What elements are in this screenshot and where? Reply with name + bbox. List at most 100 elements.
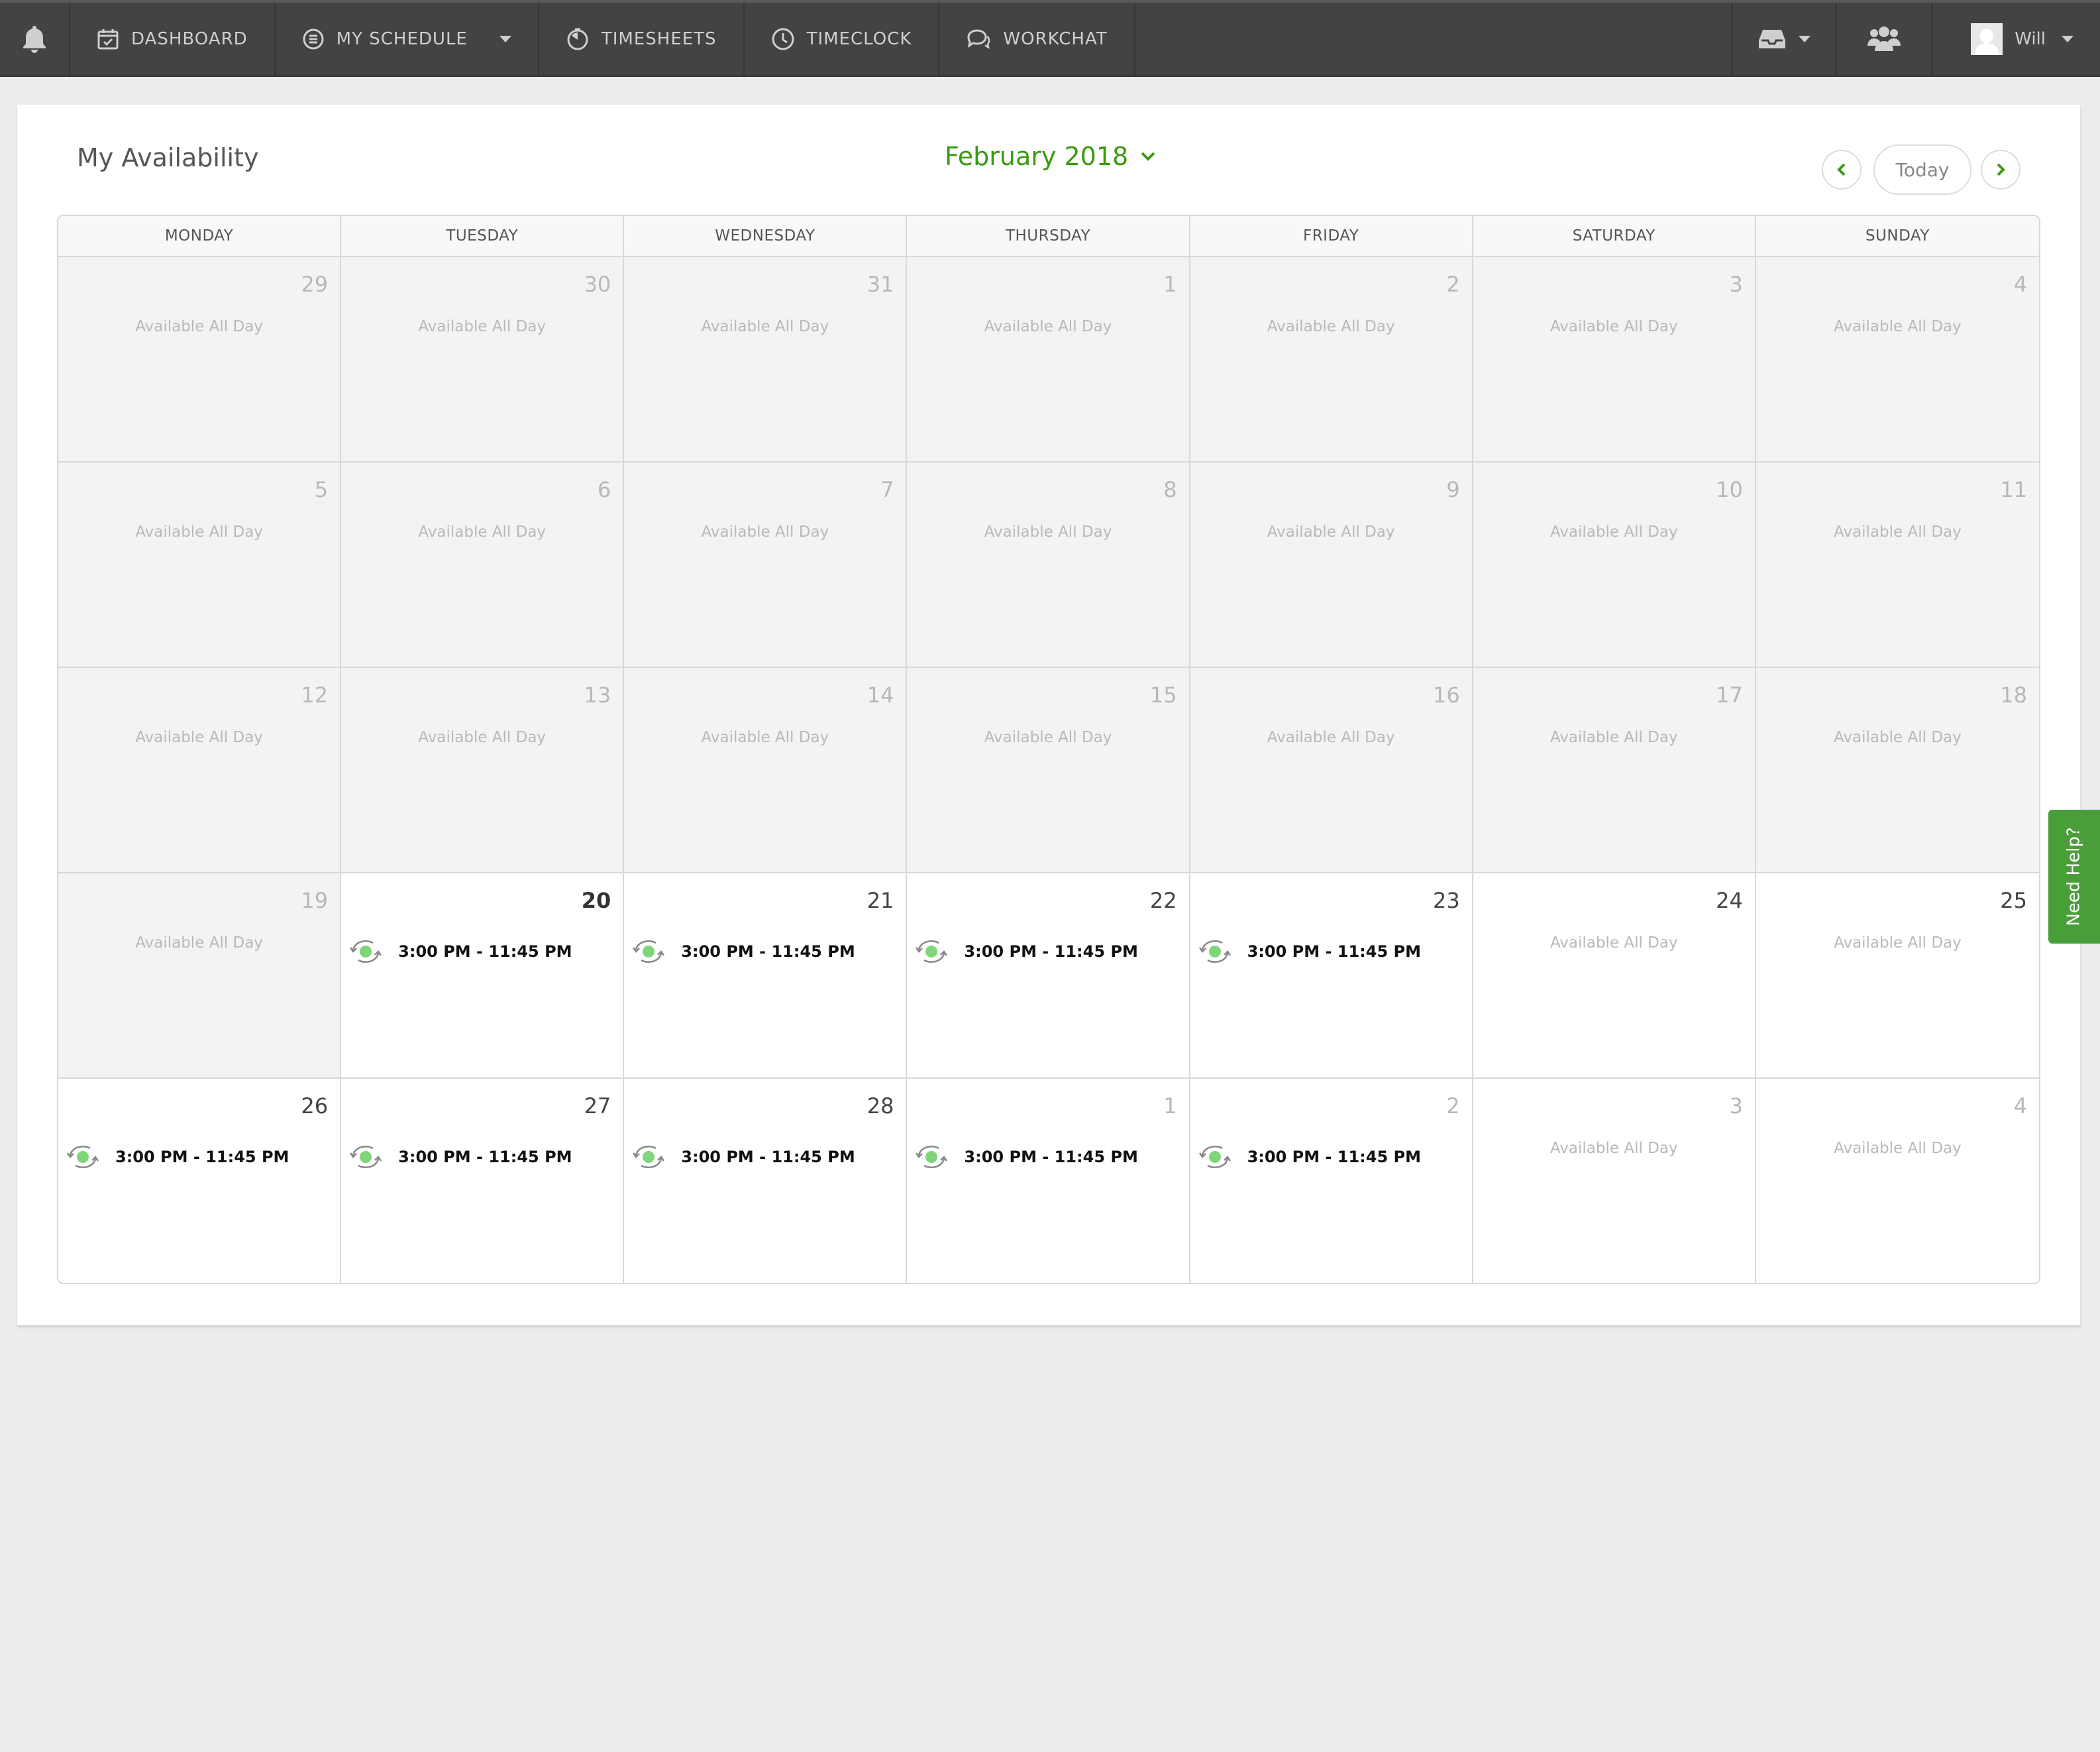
shift-entry[interactable]: 3:00 PM - 11:45 PM	[65, 1144, 289, 1170]
availability-text: Available All Day	[1549, 318, 1678, 335]
prev-month-button[interactable]	[1822, 150, 1862, 190]
chevron-down-icon[interactable]	[499, 36, 511, 42]
calendar-day-cell[interactable]: 7 Available All Day	[624, 463, 908, 668]
weekday-label: FRIDAY	[1190, 216, 1473, 256]
user-menu[interactable]: Will	[1931, 3, 2100, 76]
availability-text: Available All Day	[418, 318, 547, 335]
shift-entry[interactable]: 3:00 PM - 11:45 PM	[914, 938, 1138, 965]
calendar-day-cell[interactable]: 3 Available All Day	[1473, 1079, 1756, 1283]
calendar-day-cell[interactable]: 1 3:00 PM - 11:45 PM	[907, 1079, 1190, 1283]
calendar-day-cell[interactable]: 3 Available All Day	[1473, 257, 1756, 463]
chevron-down-icon	[1141, 152, 1155, 161]
shift-entry[interactable]: 3:00 PM - 11:45 PM	[631, 938, 855, 965]
calendar-day-cell[interactable]: 15 Available All Day	[907, 668, 1190, 873]
calendar-day-cell[interactable]: 10 Available All Day	[1473, 463, 1756, 668]
recurring-availability-icon	[916, 940, 948, 963]
calendar-day-cell[interactable]: 12 Available All Day	[58, 668, 342, 873]
nav-timeclock-label: TIMECLOCK	[806, 29, 912, 49]
need-help-label: Need Help?	[2064, 827, 2085, 926]
day-number: 8	[1163, 477, 1177, 502]
calendar-check-icon	[97, 29, 119, 50]
calendar-day-cell[interactable]: 24 Available All Day	[1473, 873, 1756, 1079]
calendar-day-cell[interactable]: 22 3:00 PM - 11:45 PM	[907, 873, 1190, 1079]
calendar-day-cell[interactable]: 23 3:00 PM - 11:45 PM	[1190, 873, 1473, 1079]
today-button[interactable]: Today	[1873, 144, 1971, 195]
calendar-day-cell[interactable]: 5 Available All Day	[58, 463, 342, 668]
day-number: 3	[1729, 1093, 1743, 1119]
shift-time: 3:00 PM - 11:45 PM	[398, 1148, 572, 1166]
calendar-day-cell[interactable]: 25 Available All Day	[1756, 873, 2039, 1079]
shift-time: 3:00 PM - 11:45 PM	[398, 942, 572, 961]
calendar-day-cell[interactable]: 4 Available All Day	[1756, 257, 2039, 463]
availability-text: Available All Day	[418, 523, 547, 541]
availability-text: Available All Day	[1549, 729, 1678, 746]
day-number: 7	[880, 477, 894, 502]
shift-entry[interactable]: 3:00 PM - 11:45 PM	[1197, 938, 1421, 965]
next-month-button[interactable]	[1981, 150, 2021, 190]
nav-timesheets[interactable]: TIMESHEETS	[539, 3, 745, 76]
day-number: 3	[1729, 272, 1743, 297]
calendar-day-cell[interactable]: 17 Available All Day	[1473, 668, 1756, 873]
availability-text: Available All Day	[135, 729, 263, 746]
day-number: 4	[2013, 272, 2027, 297]
availability-text: Available All Day	[1549, 523, 1678, 541]
calendar-day-cell[interactable]: 8 Available All Day	[907, 463, 1190, 668]
users-group-icon	[1867, 27, 1901, 51]
calendar-day-cell[interactable]: 13 Available All Day	[341, 668, 625, 873]
nav-dashboard-label: DASHBOARD	[131, 29, 248, 49]
nav-right-group: Will	[1731, 3, 2100, 76]
calendar-day-cell[interactable]: 18 Available All Day	[1756, 668, 2039, 873]
shift-time: 3:00 PM - 11:45 PM	[681, 1148, 855, 1166]
calendar-day-cell[interactable]: 21 3:00 PM - 11:45 PM	[624, 873, 908, 1079]
calendar-day-cell[interactable]: 20 3:00 PM - 11:45 PM	[341, 873, 625, 1079]
weekday-label: TUESDAY	[341, 216, 625, 256]
calendar-grid: 29 Available All Day 30 Available All Day 31…	[58, 257, 2039, 1283]
calendar-day-cell[interactable]: 6 Available All Day	[341, 463, 625, 668]
shift-entry[interactable]: 3:00 PM - 11:45 PM	[631, 1144, 855, 1170]
shift-entry[interactable]: 3:00 PM - 11:45 PM	[348, 1144, 572, 1170]
calendar-day-cell[interactable]: 2 Available All Day	[1190, 257, 1473, 463]
calendar-day-cell[interactable]: 30 Available All Day	[341, 257, 625, 463]
nav-my-schedule[interactable]: MY SCHEDULE	[276, 3, 539, 76]
calendar-day-cell[interactable]: 16 Available All Day	[1190, 668, 1473, 873]
notifications-button[interactable]	[0, 3, 70, 76]
calendar-day-cell[interactable]: 2 3:00 PM - 11:45 PM	[1190, 1079, 1473, 1283]
calendar-day-cell[interactable]: 9 Available All Day	[1190, 463, 1473, 668]
recurring-availability-icon	[66, 1145, 99, 1169]
shift-time: 3:00 PM - 11:45 PM	[964, 1148, 1138, 1166]
nav-workchat[interactable]: WORKCHAT	[939, 3, 1135, 76]
calendar-day-cell[interactable]: 19 Available All Day	[58, 873, 342, 1079]
calendar-day-cell[interactable]: 11 Available All Day	[1756, 463, 2039, 668]
shift-entry[interactable]: 3:00 PM - 11:45 PM	[348, 938, 572, 965]
stopwatch-icon	[567, 28, 588, 50]
calendar-day-cell[interactable]: 27 3:00 PM - 11:45 PM	[341, 1079, 625, 1283]
calendar-day-cell[interactable]: 26 3:00 PM - 11:45 PM	[58, 1079, 342, 1283]
availability-text: Available All Day	[1834, 1140, 1962, 1157]
nav-timeclock[interactable]: TIMECLOCK	[745, 3, 940, 76]
calendar-day-cell[interactable]: 14 Available All Day	[624, 668, 908, 873]
calendar-day-cell[interactable]: 29 Available All Day	[58, 257, 342, 463]
day-number: 1	[1163, 272, 1177, 297]
shift-entry[interactable]: 3:00 PM - 11:45 PM	[1197, 1144, 1421, 1170]
team-button[interactable]	[1836, 3, 1931, 76]
day-number: 14	[866, 683, 894, 708]
day-number: 19	[301, 888, 329, 913]
shift-entry[interactable]: 3:00 PM - 11:45 PM	[914, 1144, 1138, 1170]
shift-time: 3:00 PM - 11:45 PM	[1247, 942, 1421, 961]
shift-time: 3:00 PM - 11:45 PM	[681, 942, 855, 961]
top-navbar: DASHBOARD MY SCHEDULE TIMESHEETS TIMECLO…	[0, 0, 2100, 77]
calendar-day-cell[interactable]: 4 Available All Day	[1756, 1079, 2039, 1283]
calendar-day-cell[interactable]: 1 Available All Day	[907, 257, 1190, 463]
availability-text: Available All Day	[984, 523, 1112, 541]
calendar-day-cell[interactable]: 28 3:00 PM - 11:45 PM	[624, 1079, 908, 1283]
list-circle-icon	[303, 28, 324, 50]
day-number: 2	[1446, 272, 1460, 297]
inbox-menu[interactable]	[1731, 3, 1836, 76]
need-help-tab[interactable]: Need Help?	[2048, 810, 2100, 944]
month-picker[interactable]: February 2018	[945, 142, 1156, 171]
day-number: 16	[1432, 683, 1460, 708]
day-number: 18	[2000, 683, 2027, 708]
calendar-day-cell[interactable]: 31 Available All Day	[624, 257, 908, 463]
nav-dashboard[interactable]: DASHBOARD	[70, 3, 276, 76]
